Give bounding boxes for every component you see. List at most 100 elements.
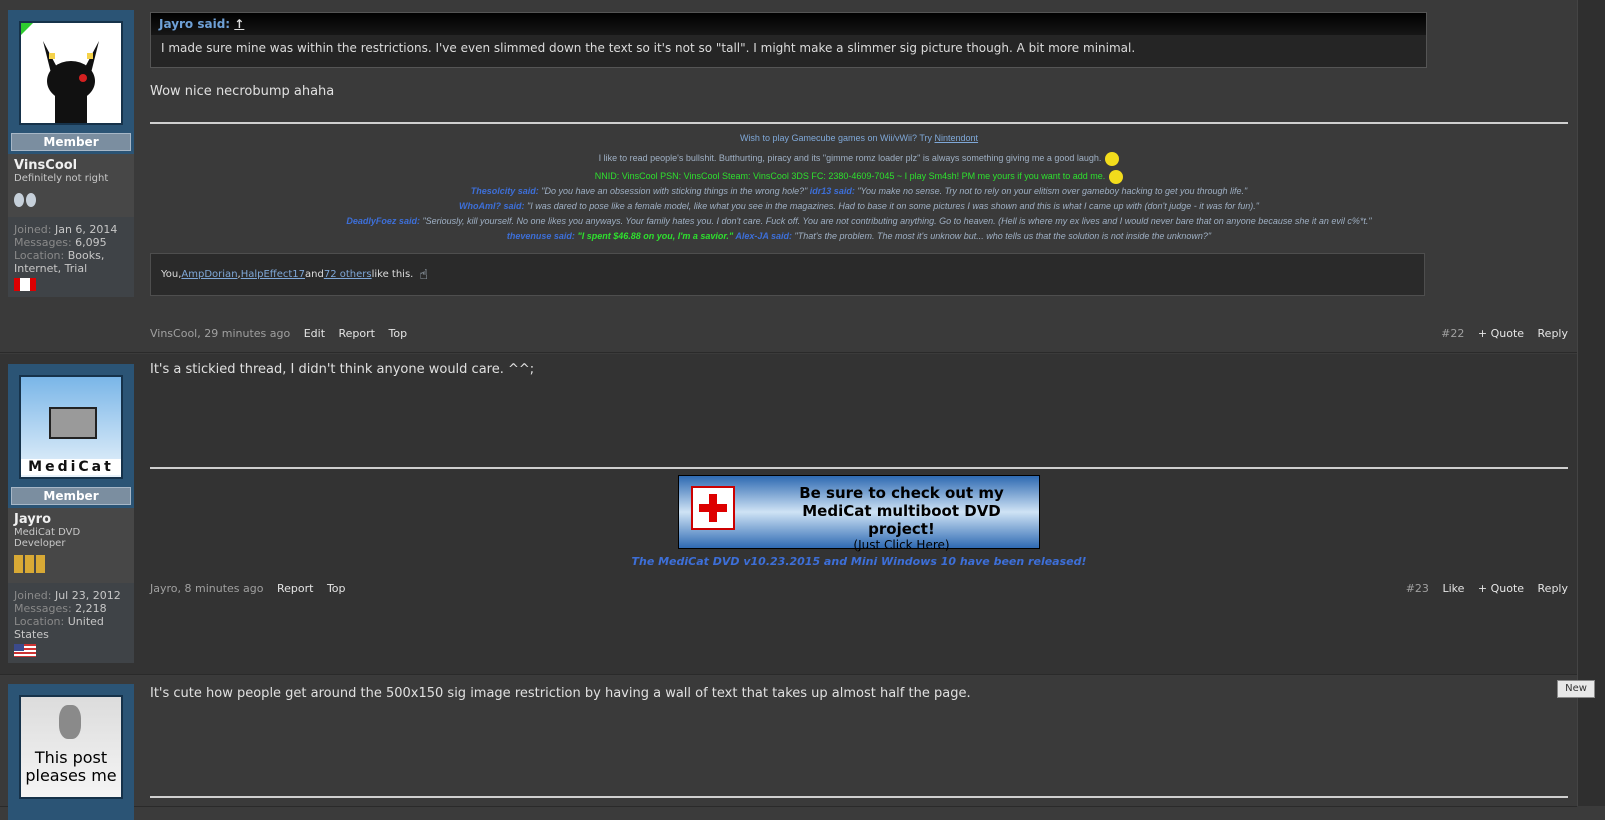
quote-block: Jayro said: ↑ I made sure mine was withi… xyxy=(150,12,1427,68)
post-content: It's cute how people get around the 500x… xyxy=(150,686,1568,798)
like-button[interactable]: Like xyxy=(1442,582,1464,595)
avatar-frame: MediCat Member xyxy=(8,364,134,508)
trophy-icons xyxy=(14,555,128,577)
sig-quote-text: "You make no sense. Try not to rely on y… xyxy=(854,186,1248,196)
nintendont-link[interactable]: Nintendont xyxy=(935,133,979,143)
user-panel: This post pleases me xyxy=(8,684,134,820)
quote-header: Jayro said: ↑ xyxy=(151,13,1426,35)
sig-line-2-text: I like to read people's bullshit. Butthu… xyxy=(598,153,1102,163)
sig-quote-author: thevenuse said: xyxy=(506,231,575,241)
signature-divider xyxy=(150,467,1568,469)
sig-quote-author: Alex-JA said: xyxy=(735,231,793,241)
user-info: Jayro MediCat DVD Developer xyxy=(8,508,134,583)
quote-text: I made sure mine was within the restrict… xyxy=(161,41,1136,55)
like-hand-icon: ☝ xyxy=(419,266,428,283)
sig-line-2: I like to read people's bullshit. Butthu… xyxy=(150,151,1568,166)
post-message: It's a stickied thread, I didn't think a… xyxy=(150,362,535,377)
sig-quote-author: DeadlyFoez said: xyxy=(346,216,420,226)
rank-ribbon: Member xyxy=(11,133,131,151)
smiley-icon xyxy=(1105,151,1120,166)
signature: Be sure to check out my MediCat multiboo… xyxy=(150,475,1568,568)
post-content: It's a stickied thread, I didn't think a… xyxy=(150,362,1568,568)
post-22: Member VinsCool Definitely not right Joi… xyxy=(0,0,1577,353)
footer-actions: #22 + Quote Reply xyxy=(1441,327,1568,340)
cat-image-icon xyxy=(59,705,81,739)
medicat-banner[interactable]: Be sure to check out my MediCat multiboo… xyxy=(678,475,1040,552)
joined-value: Jul 23, 2012 xyxy=(54,589,121,602)
joined-row: Joined: Jul 23, 2012 xyxy=(14,589,121,602)
report-button[interactable]: Report xyxy=(277,582,313,595)
sig-quote-text: "That's the problem. The most it's unkno… xyxy=(792,231,1212,241)
liker-link[interactable]: AmpDorian xyxy=(181,269,237,280)
sig-quote-author: idr13 said: xyxy=(809,186,855,196)
sig-line-4: Thesolcity said: "Do you have an obsessi… xyxy=(150,184,1568,199)
post-24: This post pleases me It's cute how peopl… xyxy=(0,676,1577,820)
post-author-time[interactable]: Jayro, 8 minutes ago xyxy=(150,582,263,595)
banner-text: Be sure to check out my MediCat multiboo… xyxy=(769,484,1034,552)
rank-ribbon: Member xyxy=(11,487,131,505)
quote-button[interactable]: + Quote xyxy=(1478,327,1524,340)
messages-value: 2,218 xyxy=(75,602,107,615)
top-button[interactable]: Top xyxy=(388,327,407,340)
likes-bar: You, AmpDorian, HalpEffect17 and 72 othe… xyxy=(150,253,1425,296)
username[interactable]: Jayro xyxy=(14,512,128,527)
reply-button[interactable]: Reply xyxy=(1538,327,1568,340)
medal-icon xyxy=(14,555,23,573)
sig-line-1: Wish to play Gamecube games on Wii/vWii?… xyxy=(150,131,1568,146)
quote-author[interactable]: Jayro said: xyxy=(159,17,230,31)
avatar[interactable]: This post pleases me xyxy=(19,695,123,799)
sig-quote-author: WhoAmI? said: xyxy=(459,201,525,211)
sig-quote-text: "I was dared to pose like a female model… xyxy=(524,201,1259,211)
user-stats: Joined: Jul 23, 2012 Messages: 2,218 Loc… xyxy=(8,583,134,663)
flag-icon xyxy=(14,278,36,291)
likes-others-link[interactable]: 72 others xyxy=(324,269,372,280)
joined-value: Jan 6, 2014 xyxy=(54,223,118,236)
user-title: MediCat DVD Developer xyxy=(14,527,81,549)
username[interactable]: VinsCool xyxy=(14,158,128,173)
sig-release-text[interactable]: The MediCat DVD v10.23.2015 and Mini Win… xyxy=(150,555,1568,568)
medal-icon xyxy=(26,193,36,207)
reply-button[interactable]: Reply xyxy=(1538,582,1568,595)
avatar-caption: This post pleases me xyxy=(25,748,117,785)
location-value: Books, Internet, Trial xyxy=(14,249,105,275)
messages-value: 6,095 xyxy=(75,236,107,249)
post-footer: Jayro, 8 minutes ago Report Top #23 Like… xyxy=(150,582,1568,595)
flag-icon xyxy=(14,644,36,657)
user-panel: MediCat Member Jayro MediCat DVD Develop… xyxy=(8,364,134,663)
likes-and: and xyxy=(305,269,324,280)
sig-quote-text: "Do you have an obsession with sticking … xyxy=(538,186,810,196)
messages-row: Messages: 2,218 xyxy=(14,602,107,615)
messages-row: Messages: 6,095 xyxy=(14,236,107,249)
medal-icon xyxy=(14,193,24,207)
post-author-time[interactable]: VinsCool, 29 minutes ago xyxy=(150,327,290,340)
smiley-icon xyxy=(1109,169,1124,184)
banner-line-2: MediCat multiboot DVD project! xyxy=(802,502,1001,538)
sig-line-3: NNID: VinsCool PSN: VinsCool Steam: Vins… xyxy=(150,169,1568,184)
banner-line-1: Be sure to check out my xyxy=(799,484,1004,502)
top-button[interactable]: Top xyxy=(327,582,346,595)
sig-line-3-text: NNID: VinsCool PSN: VinsCool Steam: Vins… xyxy=(594,171,1106,181)
post-message: Wow nice necrobump ahaha xyxy=(150,84,335,99)
new-posts-button[interactable]: New xyxy=(1557,680,1595,698)
joined-row: Joined: Jan 6, 2014 xyxy=(14,223,118,236)
post-number[interactable]: #22 xyxy=(1441,327,1464,340)
sig-line-6: DeadlyFoez said: "Seriously, kill yourse… xyxy=(150,214,1568,229)
location-row: Location: Books, Internet, Trial xyxy=(14,249,105,275)
user-title: Definitely not right xyxy=(14,173,109,184)
report-button[interactable]: Report xyxy=(339,327,375,340)
avatar[interactable] xyxy=(19,21,123,125)
signature: Wish to play Gamecube games on Wii/vWii?… xyxy=(150,131,1568,244)
signature-divider xyxy=(150,122,1568,124)
avatar[interactable]: MediCat xyxy=(19,375,123,479)
avatar-label: MediCat xyxy=(21,459,121,475)
quote-button[interactable]: + Quote xyxy=(1478,582,1524,595)
sig-quote-text: "I spent $46.88 on you, I'm a savior." xyxy=(574,231,736,241)
location-row: Location: United States xyxy=(14,615,104,641)
medkit-icon xyxy=(691,486,735,530)
quote-jump-icon[interactable]: ↑ xyxy=(234,17,244,31)
post-number[interactable]: #23 xyxy=(1406,582,1429,595)
liker-link[interactable]: HalpEffect17 xyxy=(241,269,305,280)
nyan-cat-icon xyxy=(49,407,97,439)
likes-suffix: like this. xyxy=(371,269,414,280)
edit-button[interactable]: Edit xyxy=(304,327,325,340)
